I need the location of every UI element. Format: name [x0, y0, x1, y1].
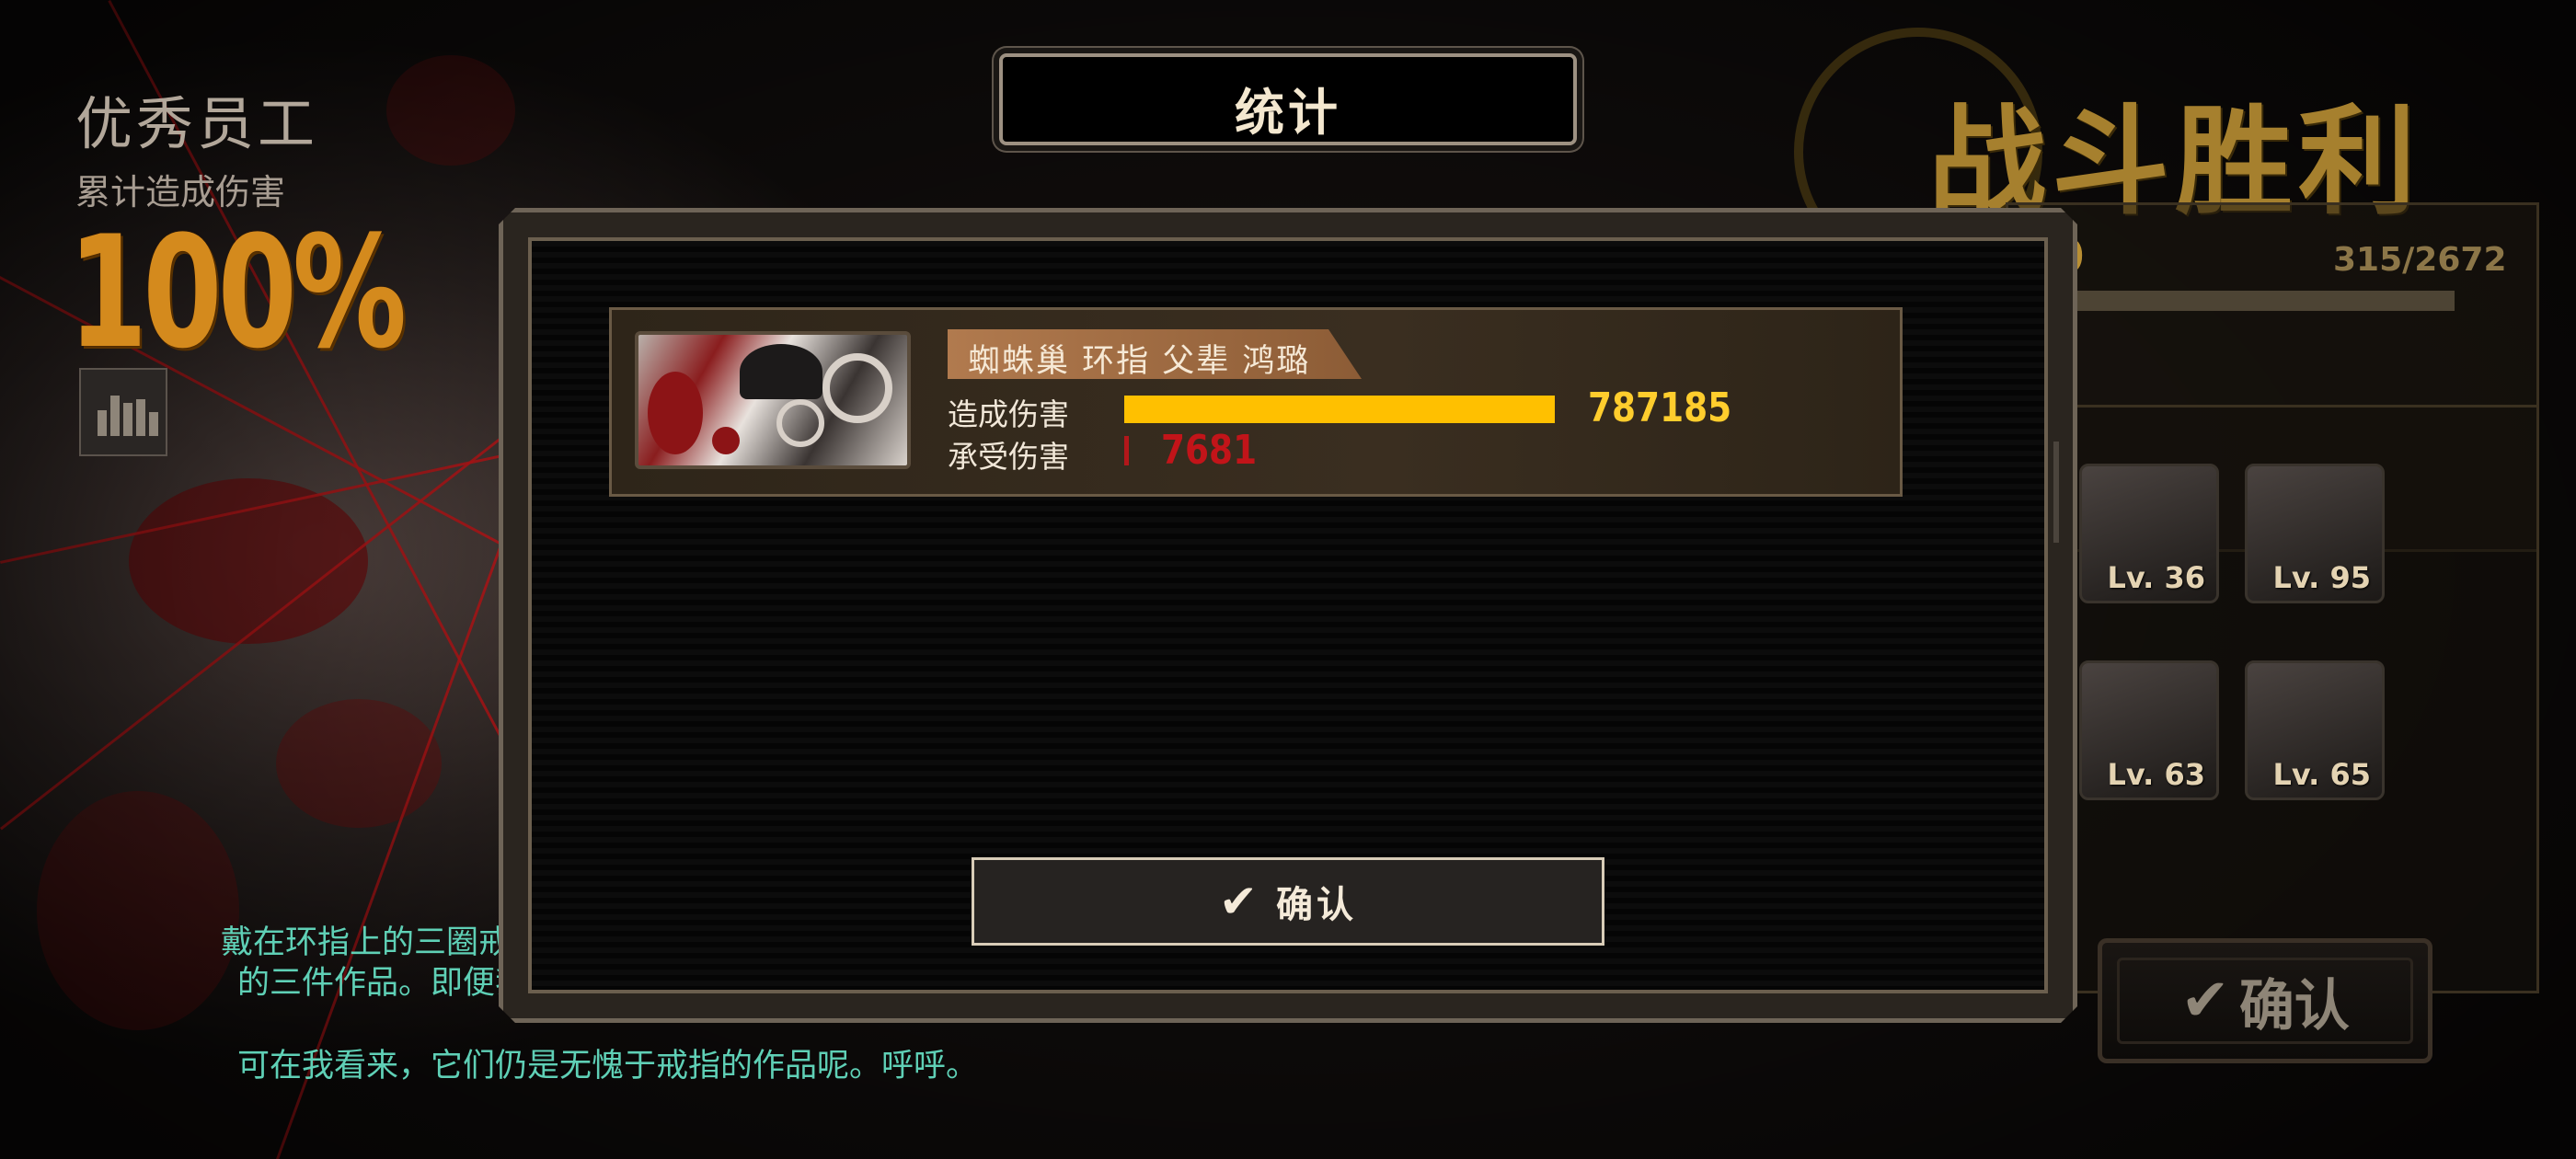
party-member-level: Lv. 63: [2107, 757, 2205, 792]
party-member-card[interactable]: Lv. 65: [2245, 660, 2385, 800]
damage-dealt-label: 造成伤害: [948, 396, 1069, 432]
party-member-card[interactable]: Lv. 95: [2245, 464, 2385, 603]
background-confirm-label: 确认: [2238, 973, 2350, 1039]
background-confirm-inner: ✔ 确认: [2117, 958, 2413, 1044]
character-portrait: [635, 331, 911, 469]
checkmark-icon: ✔: [2180, 967, 2230, 1035]
modal-confirm-label: 确认: [1275, 884, 1357, 926]
damage-taken-value: 7681: [1161, 427, 1258, 474]
party-member-level: Lv. 65: [2272, 757, 2371, 792]
modal-title-text: 统计: [1235, 84, 1341, 142]
damage-taken-label: 承受伤害: [948, 439, 1069, 475]
exp-bar: [2057, 291, 2455, 311]
party-member-card[interactable]: Lv. 63: [2079, 660, 2219, 800]
damage-dealt-value: 787185: [1588, 384, 1732, 431]
portrait-ring: [822, 353, 892, 423]
bar-chart-bar: [98, 410, 107, 436]
party-member-level: Lv. 95: [2272, 560, 2371, 595]
character-name: 蜘蛛巢 环指 父辈 鸿璐: [968, 343, 1311, 380]
statistics-modal-title: 统计: [999, 53, 1577, 145]
party-member-level: Lv. 36: [2107, 560, 2205, 595]
damage-taken-bar: [1124, 436, 1129, 465]
portrait-ring: [776, 399, 824, 447]
character-quote-line: 的三件作品。即便我: [237, 965, 528, 1002]
portrait-blood: [648, 372, 703, 454]
character-quote-line: 可在我看来，它们仍是无愧于戒指的作品呢。呼呼。: [237, 1048, 979, 1084]
portrait-hat: [740, 344, 822, 399]
modal-scrollbar[interactable]: [2053, 442, 2059, 543]
damage-dealt-bar: [1124, 396, 1555, 423]
bar-chart-bar: [110, 396, 120, 436]
character-name-tag: 蜘蛛巢 环指 父辈 鸿璐: [948, 329, 1362, 379]
party-member-card[interactable]: Lv. 36: [2079, 464, 2219, 603]
modal-confirm-button[interactable]: ✔ 确认: [972, 857, 1604, 946]
damage-percent: 100%: [68, 202, 407, 383]
background-confirm-button[interactable]: ✔ 确认: [2098, 938, 2432, 1063]
bar-chart-bar: [149, 412, 158, 436]
excellent-employee-title: 优秀员工: [75, 90, 319, 157]
bar-chart-bar: [123, 403, 132, 436]
bar-chart-bar: [136, 399, 145, 436]
exp-counter: 315/2672: [2333, 241, 2507, 279]
portrait-blood: [712, 427, 740, 454]
checkmark-icon: ✔: [1219, 875, 1258, 928]
bar-chart-icon[interactable]: [79, 368, 167, 456]
